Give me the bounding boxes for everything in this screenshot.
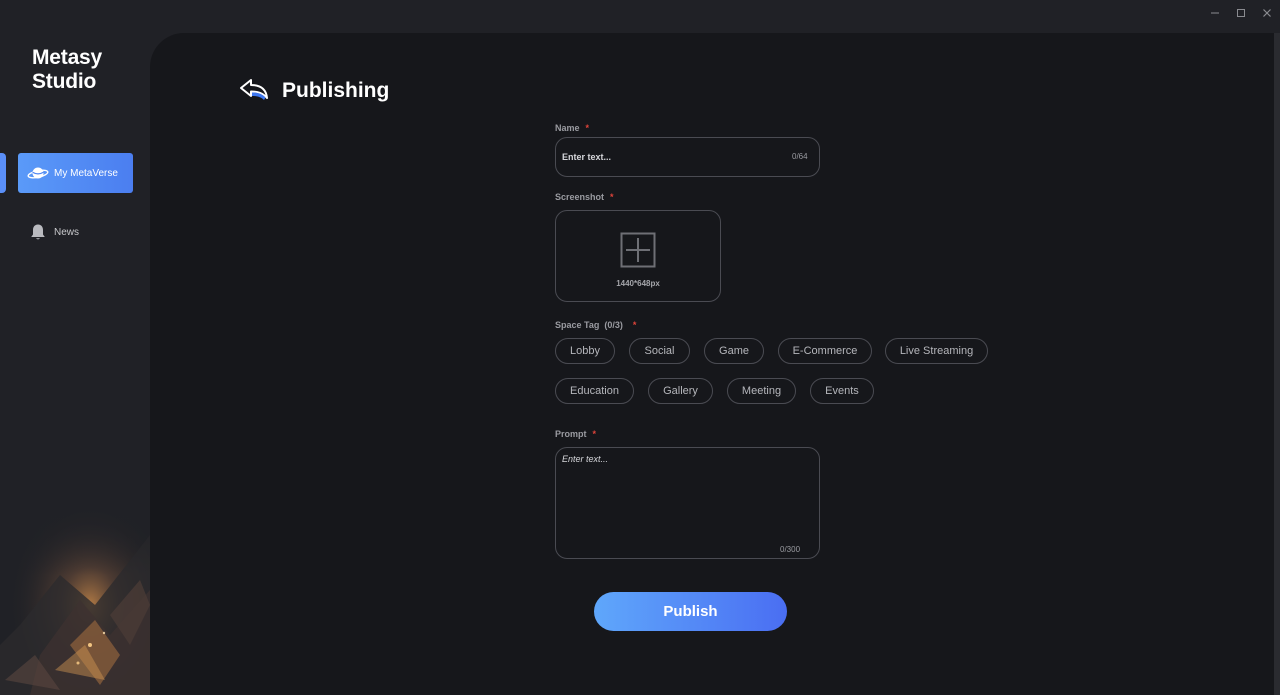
screenshot-size-hint: 1440*648px — [616, 279, 660, 288]
minimize-icon[interactable] — [1202, 0, 1228, 26]
add-image-icon — [620, 232, 656, 268]
tag-live-streaming[interactable]: Live Streaming — [885, 338, 988, 364]
screenshot-label: Screenshot * — [555, 192, 614, 202]
tag-gallery[interactable]: Gallery — [648, 378, 713, 404]
app-window: Metasy Studio My MetaVerse News Publishi… — [0, 0, 1280, 695]
scrollbar[interactable] — [1274, 33, 1280, 695]
maximize-icon[interactable] — [1228, 0, 1254, 26]
close-icon[interactable] — [1254, 0, 1280, 26]
screenshot-upload[interactable]: 1440*648px — [555, 210, 721, 302]
tag-lobby[interactable]: Lobby — [555, 338, 615, 364]
tag-education[interactable]: Education — [555, 378, 634, 404]
name-counter: 0/64 — [792, 152, 808, 161]
window-controls — [1202, 0, 1280, 26]
required-mark: * — [632, 320, 637, 330]
sidebar-item-label: My MetaVerse — [54, 167, 118, 179]
tag-social[interactable]: Social — [629, 338, 690, 364]
sidebar-item-label: News — [54, 226, 80, 238]
prompt-label-text: Prompt — [555, 429, 587, 439]
required-mark: * — [610, 192, 614, 202]
tag-game[interactable]: Game — [704, 338, 764, 364]
tag-meeting[interactable]: Meeting — [727, 378, 796, 404]
screenshot-label-text: Screenshot — [555, 192, 605, 202]
main-panel: Publishing Name * 0/64 Screenshot * 1440*6… — [150, 33, 1274, 695]
sidebar-item-news[interactable]: News — [18, 212, 133, 252]
prompt-input[interactable] — [562, 454, 812, 542]
required-mark: * — [592, 429, 597, 439]
required-mark: * — [585, 123, 590, 133]
sidebar-item-my-metaverse[interactable]: My MetaVerse — [18, 153, 133, 193]
active-nav-indicator — [0, 153, 6, 193]
space-tag-label-text: Space Tag (0/3) — [555, 320, 623, 330]
publish-button[interactable]: Publish — [594, 592, 787, 631]
prompt-field[interactable]: 0/300 — [555, 447, 820, 559]
prompt-counter: 0/300 — [780, 545, 801, 554]
sidebar-artwork — [0, 495, 150, 695]
page-title: Publishing — [282, 79, 390, 102]
space-tag-label: Space Tag (0/3) * — [555, 320, 636, 330]
name-field[interactable]: 0/64 — [555, 137, 820, 177]
name-label: Name * — [555, 123, 589, 133]
prompt-label: Prompt * — [555, 429, 596, 439]
planet-icon — [27, 162, 49, 184]
tag-e-commerce[interactable]: E-Commerce — [778, 338, 872, 364]
sidebar: Metasy Studio My MetaVerse News — [0, 0, 150, 695]
back-arrow-icon[interactable] — [238, 77, 270, 105]
tag-events[interactable]: Events — [810, 378, 874, 404]
app-title: Metasy Studio — [32, 46, 103, 93]
bell-icon — [27, 221, 49, 243]
name-label-text: Name — [555, 123, 580, 133]
name-input[interactable] — [562, 138, 782, 175]
